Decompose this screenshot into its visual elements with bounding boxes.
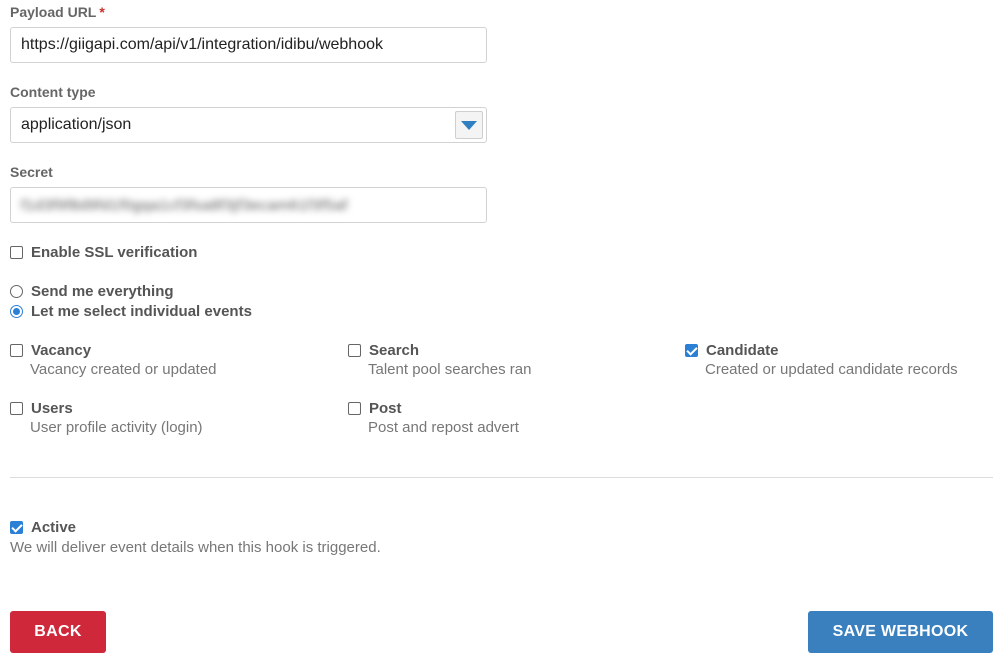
event-desc: Talent pool searches ran <box>368 361 532 378</box>
back-button[interactable]: BACK <box>10 611 106 653</box>
secret-value: f1d3f9f8d9fd1f0gqa1cf3fsa8f3jf3ecam61f3f… <box>21 196 348 214</box>
payload-url-label: Payload URL * <box>10 4 105 20</box>
active-desc: We will deliver event details when this … <box>10 539 381 556</box>
event-title: Post <box>369 400 402 417</box>
required-mark: * <box>99 4 105 20</box>
event-post[interactable]: Post Post and repost advert <box>348 400 519 436</box>
secret-input[interactable]: f1d3f9f8d9fd1f0gqa1cf3fsa8f3jf3ecam61f3f… <box>10 187 487 223</box>
event-title: Candidate <box>706 342 779 359</box>
content-type-label: Content type <box>10 84 96 100</box>
select-events-radio[interactable] <box>10 305 23 318</box>
event-candidate[interactable]: Candidate Created or updated candidate r… <box>685 342 958 378</box>
vacancy-checkbox[interactable] <box>10 344 23 357</box>
secret-label: Secret <box>10 164 53 180</box>
content-type-selected: application/json <box>21 116 132 133</box>
users-checkbox[interactable] <box>10 402 23 415</box>
ssl-label: Enable SSL verification <box>31 244 198 261</box>
radio-select-events[interactable]: Let me select individual events <box>10 303 252 320</box>
event-search[interactable]: Search Talent pool searches ran <box>348 342 531 378</box>
save-webhook-button[interactable]: SAVE WEBHOOK <box>808 611 993 653</box>
event-desc: Vacancy created or updated <box>30 361 217 378</box>
post-checkbox[interactable] <box>348 402 361 415</box>
event-users[interactable]: Users User profile activity (login) <box>10 400 203 436</box>
select-events-label: Let me select individual events <box>31 303 252 320</box>
active-label: Active <box>31 519 77 536</box>
send-everything-label: Send me everything <box>31 283 174 300</box>
active-option[interactable]: Active We will deliver event details whe… <box>10 519 381 556</box>
event-desc: Created or updated candidate records <box>705 361 958 378</box>
content-type-select[interactable]: application/json <box>10 107 487 143</box>
ssl-option[interactable]: Enable SSL verification <box>10 244 197 261</box>
candidate-checkbox[interactable] <box>685 344 698 357</box>
event-title: Users <box>31 400 73 417</box>
chevron-down-icon <box>461 120 477 130</box>
send-everything-radio[interactable] <box>10 285 23 298</box>
event-vacancy[interactable]: Vacancy Vacancy created or updated <box>10 342 217 378</box>
search-checkbox[interactable] <box>348 344 361 357</box>
dropdown-button[interactable] <box>455 111 483 139</box>
event-desc: User profile activity (login) <box>30 419 203 436</box>
ssl-checkbox[interactable] <box>10 246 23 259</box>
payload-url-label-text: Payload URL <box>10 4 97 20</box>
active-checkbox[interactable] <box>10 521 23 534</box>
event-title: Vacancy <box>31 342 92 359</box>
section-divider <box>10 477 993 478</box>
event-desc: Post and repost advert <box>368 419 519 436</box>
event-title: Search <box>369 342 420 359</box>
payload-url-input[interactable] <box>10 27 487 63</box>
radio-send-everything[interactable]: Send me everything <box>10 283 174 300</box>
